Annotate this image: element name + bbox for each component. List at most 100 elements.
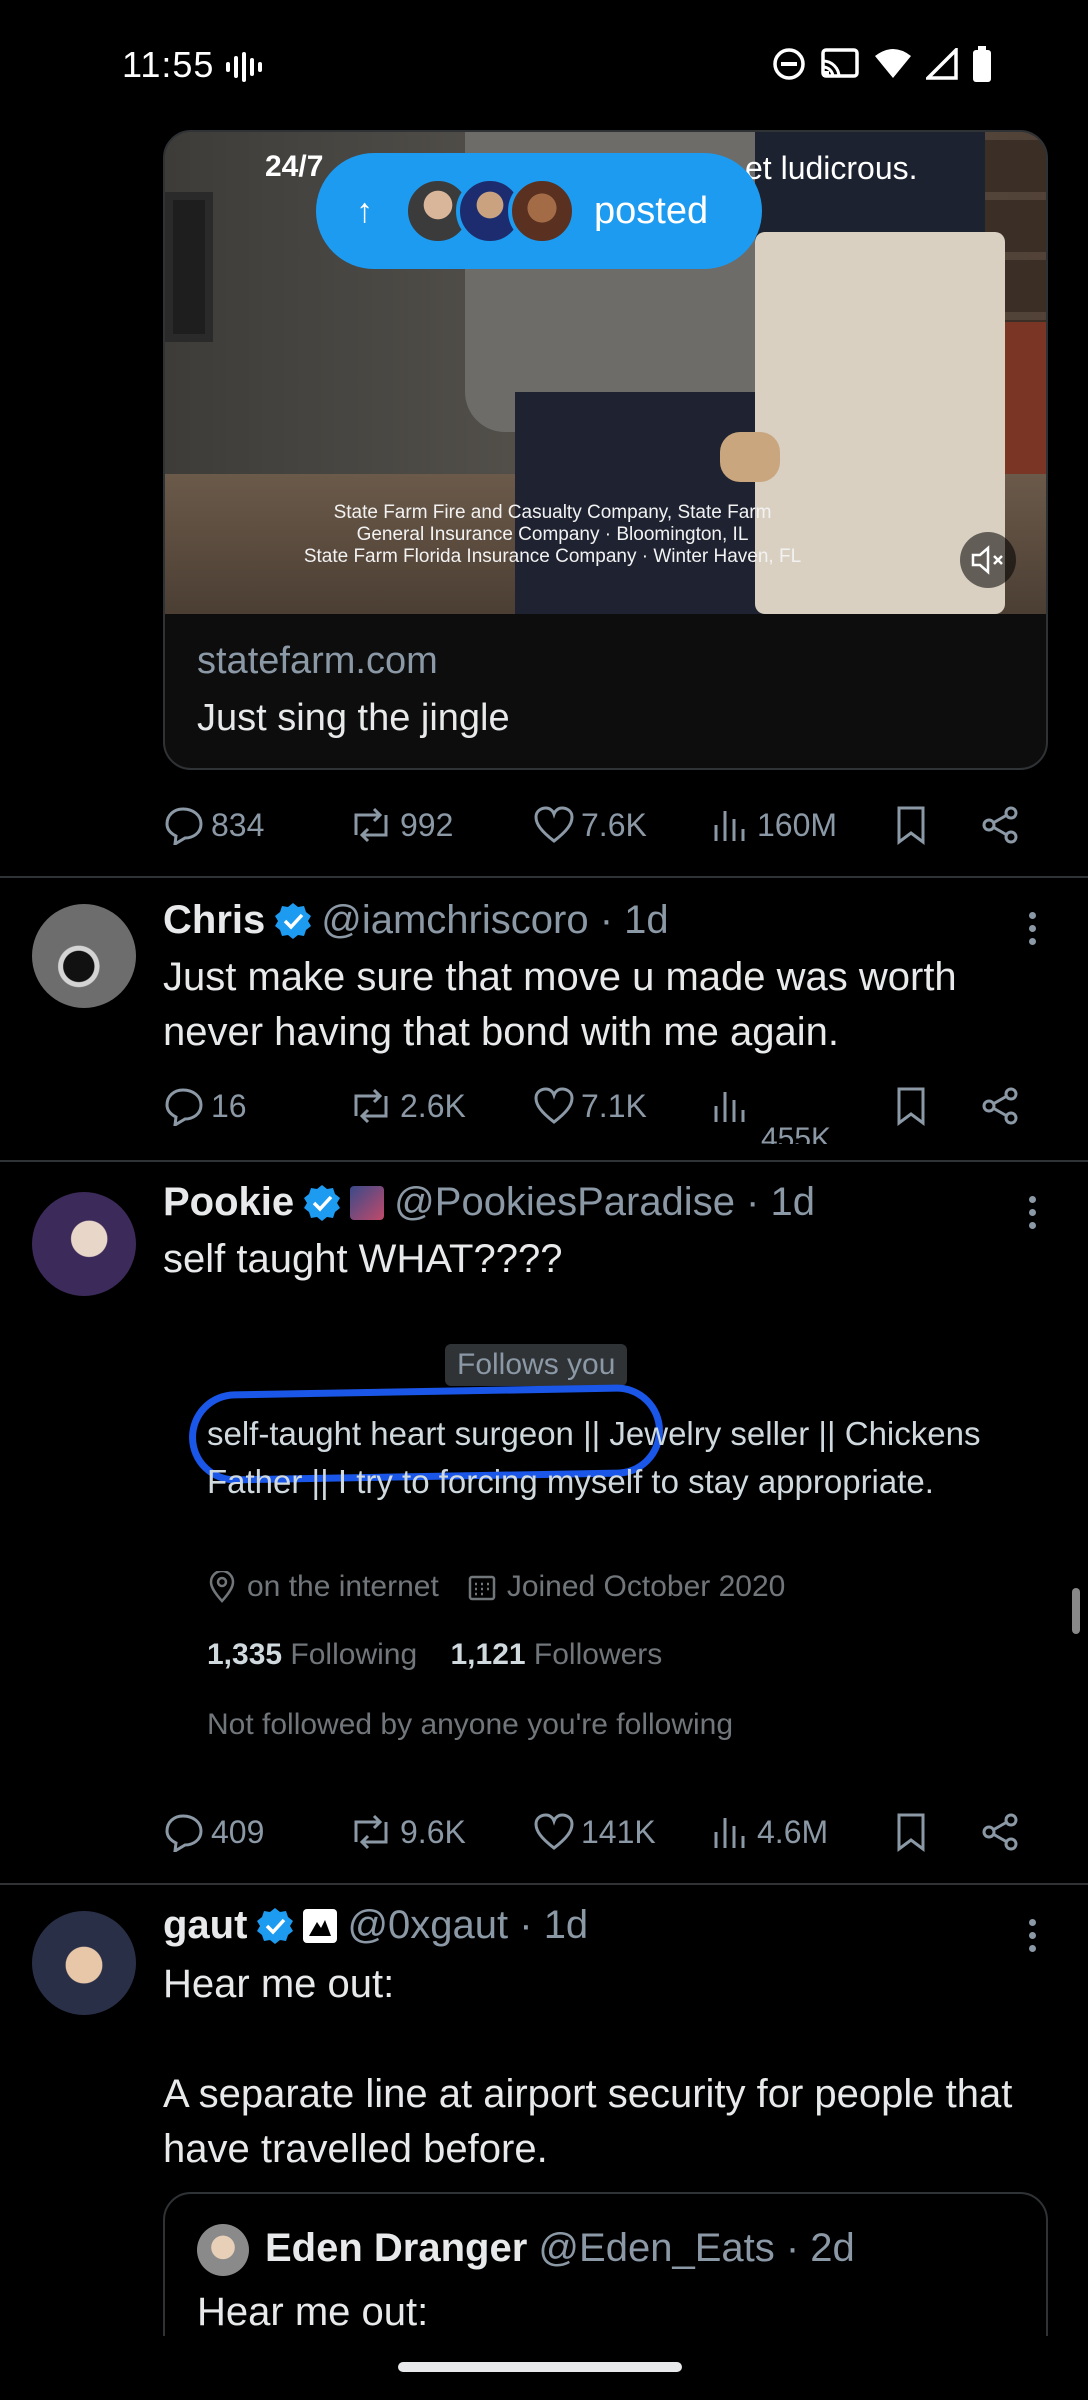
avatar	[197, 2224, 249, 2276]
attached-image[interactable]: Follows you self-taught heart surgeon ||…	[163, 1320, 1043, 1760]
bio-meta: on the internet Joined October 2020	[207, 1570, 785, 1604]
sound-wave-icon	[226, 52, 262, 82]
speaker-muted-icon	[971, 545, 1003, 575]
author-name[interactable]: Chris	[163, 898, 265, 943]
heart-icon	[534, 806, 574, 843]
reply-button[interactable]: 16	[163, 1086, 247, 1126]
reply-count: 16	[211, 1087, 247, 1124]
bookmark-icon	[897, 1087, 925, 1126]
tweet-header: Chris @iamchriscoro · 1d	[163, 898, 669, 943]
share-icon	[982, 1087, 1018, 1125]
tweet[interactable]: Chris @iamchriscoro · 1d Just make sure …	[0, 878, 1088, 1160]
new-posts-pill[interactable]: ↑ posted	[316, 153, 762, 269]
battery-icon	[973, 46, 991, 82]
link-title: Just sing the jingle	[197, 697, 510, 739]
status-time: 11:55	[122, 44, 215, 85]
bio-counts: 1,335 Following 1,121 Followers	[207, 1638, 662, 1672]
tweet-header: gaut @0xgaut · 1d	[163, 1903, 588, 1948]
ad-overlay-text: et ludicrous.	[745, 150, 918, 186]
arrow-up-icon: ↑	[356, 191, 373, 230]
like-count: 141K	[581, 1813, 656, 1850]
affiliate-badge-icon	[350, 1185, 385, 1220]
author-name[interactable]: Pookie	[163, 1180, 294, 1225]
more-options-icon[interactable]	[1029, 1919, 1036, 1952]
reply-icon	[165, 807, 203, 845]
reply-button[interactable]: 834	[163, 805, 264, 845]
following-count: 1,335	[207, 1638, 283, 1671]
repost-button[interactable]: 9.6K	[348, 1812, 466, 1852]
views-button[interactable]: 160M	[711, 805, 837, 845]
scrollbar-thumb[interactable]	[1072, 1588, 1080, 1634]
like-count: 7.1K	[581, 1087, 647, 1124]
pill-avatars	[404, 177, 576, 245]
link-domain: statefarm.com	[197, 640, 438, 682]
heart-icon	[534, 1813, 574, 1850]
following-label: Following	[290, 1638, 418, 1671]
bookmark-icon	[897, 806, 925, 845]
repost-count: 992	[400, 806, 454, 843]
signal-icon	[926, 48, 958, 80]
status-bar: 11:55	[0, 0, 1088, 130]
share-button[interactable]	[981, 1812, 1021, 1852]
author-handle[interactable]: @PookiesParadise · 1d	[394, 1180, 815, 1225]
reply-button[interactable]: 409	[163, 1812, 264, 1852]
repost-count: 2.6K	[400, 1087, 466, 1124]
followers-count: 1,121	[450, 1638, 526, 1671]
repost-button[interactable]: 992	[348, 805, 453, 845]
gesture-nav-handle[interactable]	[398, 2362, 682, 2372]
tweet-actions: 409 9.6K 141K 4.6M	[163, 1802, 1023, 1862]
view-count: 160M	[757, 806, 838, 843]
share-icon	[982, 806, 1018, 844]
cast-icon	[821, 48, 859, 78]
views-button[interactable]: 4.6M	[711, 1812, 828, 1852]
location-icon	[209, 1571, 235, 1603]
affiliate-badge-icon	[303, 1908, 338, 1943]
views-icon	[714, 1818, 745, 1848]
bookmark-button[interactable]	[893, 1086, 929, 1126]
dnd-icon	[773, 48, 805, 80]
reply-icon	[165, 1088, 203, 1126]
calendar-icon	[468, 1575, 496, 1601]
avatar[interactable]	[32, 904, 136, 1008]
avatar[interactable]	[32, 1911, 136, 2015]
bookmark-button[interactable]	[893, 805, 929, 845]
quote-text: Hear me out:	[197, 2290, 429, 2334]
views-button[interactable]: 455K	[711, 1086, 831, 1144]
not-followed-text: Not followed by anyone you're following	[207, 1708, 734, 1741]
avatar[interactable]	[32, 1192, 136, 1296]
like-button[interactable]: 7.6K	[533, 805, 647, 845]
mute-button[interactable]	[960, 532, 1016, 588]
repost-icon	[354, 807, 388, 843]
status-icons	[772, 46, 992, 82]
reply-icon	[165, 1814, 203, 1852]
share-icon	[982, 1813, 1018, 1851]
more-options-icon[interactable]	[1029, 912, 1036, 945]
quote-author-name: Eden Dranger	[265, 2226, 528, 2270]
quote-author-handle: @Eden_Eats · 2d	[538, 2226, 855, 2270]
tweet-text: self taught WHAT????	[163, 1237, 563, 1281]
view-count: 455K	[761, 1122, 832, 1144]
author-handle[interactable]: @iamchriscoro · 1d	[321, 898, 668, 943]
repost-button[interactable]: 2.6K	[348, 1086, 466, 1126]
share-button[interactable]	[981, 1086, 1021, 1126]
like-button[interactable]: 141K	[533, 1812, 656, 1852]
ad-legal-line: State Farm Florida Insurance Company · W…	[303, 546, 802, 567]
ad-overlay-text: 24/7	[265, 150, 324, 183]
bookmark-button[interactable]	[893, 1812, 929, 1852]
pill-label: posted	[594, 189, 709, 232]
views-icon	[714, 1092, 745, 1122]
hand	[720, 432, 780, 482]
followers-label: Followers	[533, 1638, 663, 1671]
reply-count: 834	[211, 806, 265, 843]
author-handle[interactable]: @0xgaut · 1d	[347, 1903, 588, 1948]
reply-count: 409	[211, 1813, 265, 1850]
author-name[interactable]: gaut	[163, 1903, 247, 1948]
tweet-text: Hear me out: A separate line at airport …	[163, 1962, 1013, 2171]
view-count: 4.6M	[757, 1813, 829, 1850]
share-button[interactable]	[981, 805, 1021, 845]
tweet-actions: 16 2.6K 7.1K 455K	[163, 1076, 1023, 1144]
more-options-icon[interactable]	[1029, 1196, 1036, 1229]
follows-you-badge: Follows you	[445, 1344, 628, 1386]
like-button[interactable]: 7.1K	[533, 1086, 647, 1126]
bio-text: self-taught heart surgeon || Jewelry sel…	[207, 1415, 981, 1500]
